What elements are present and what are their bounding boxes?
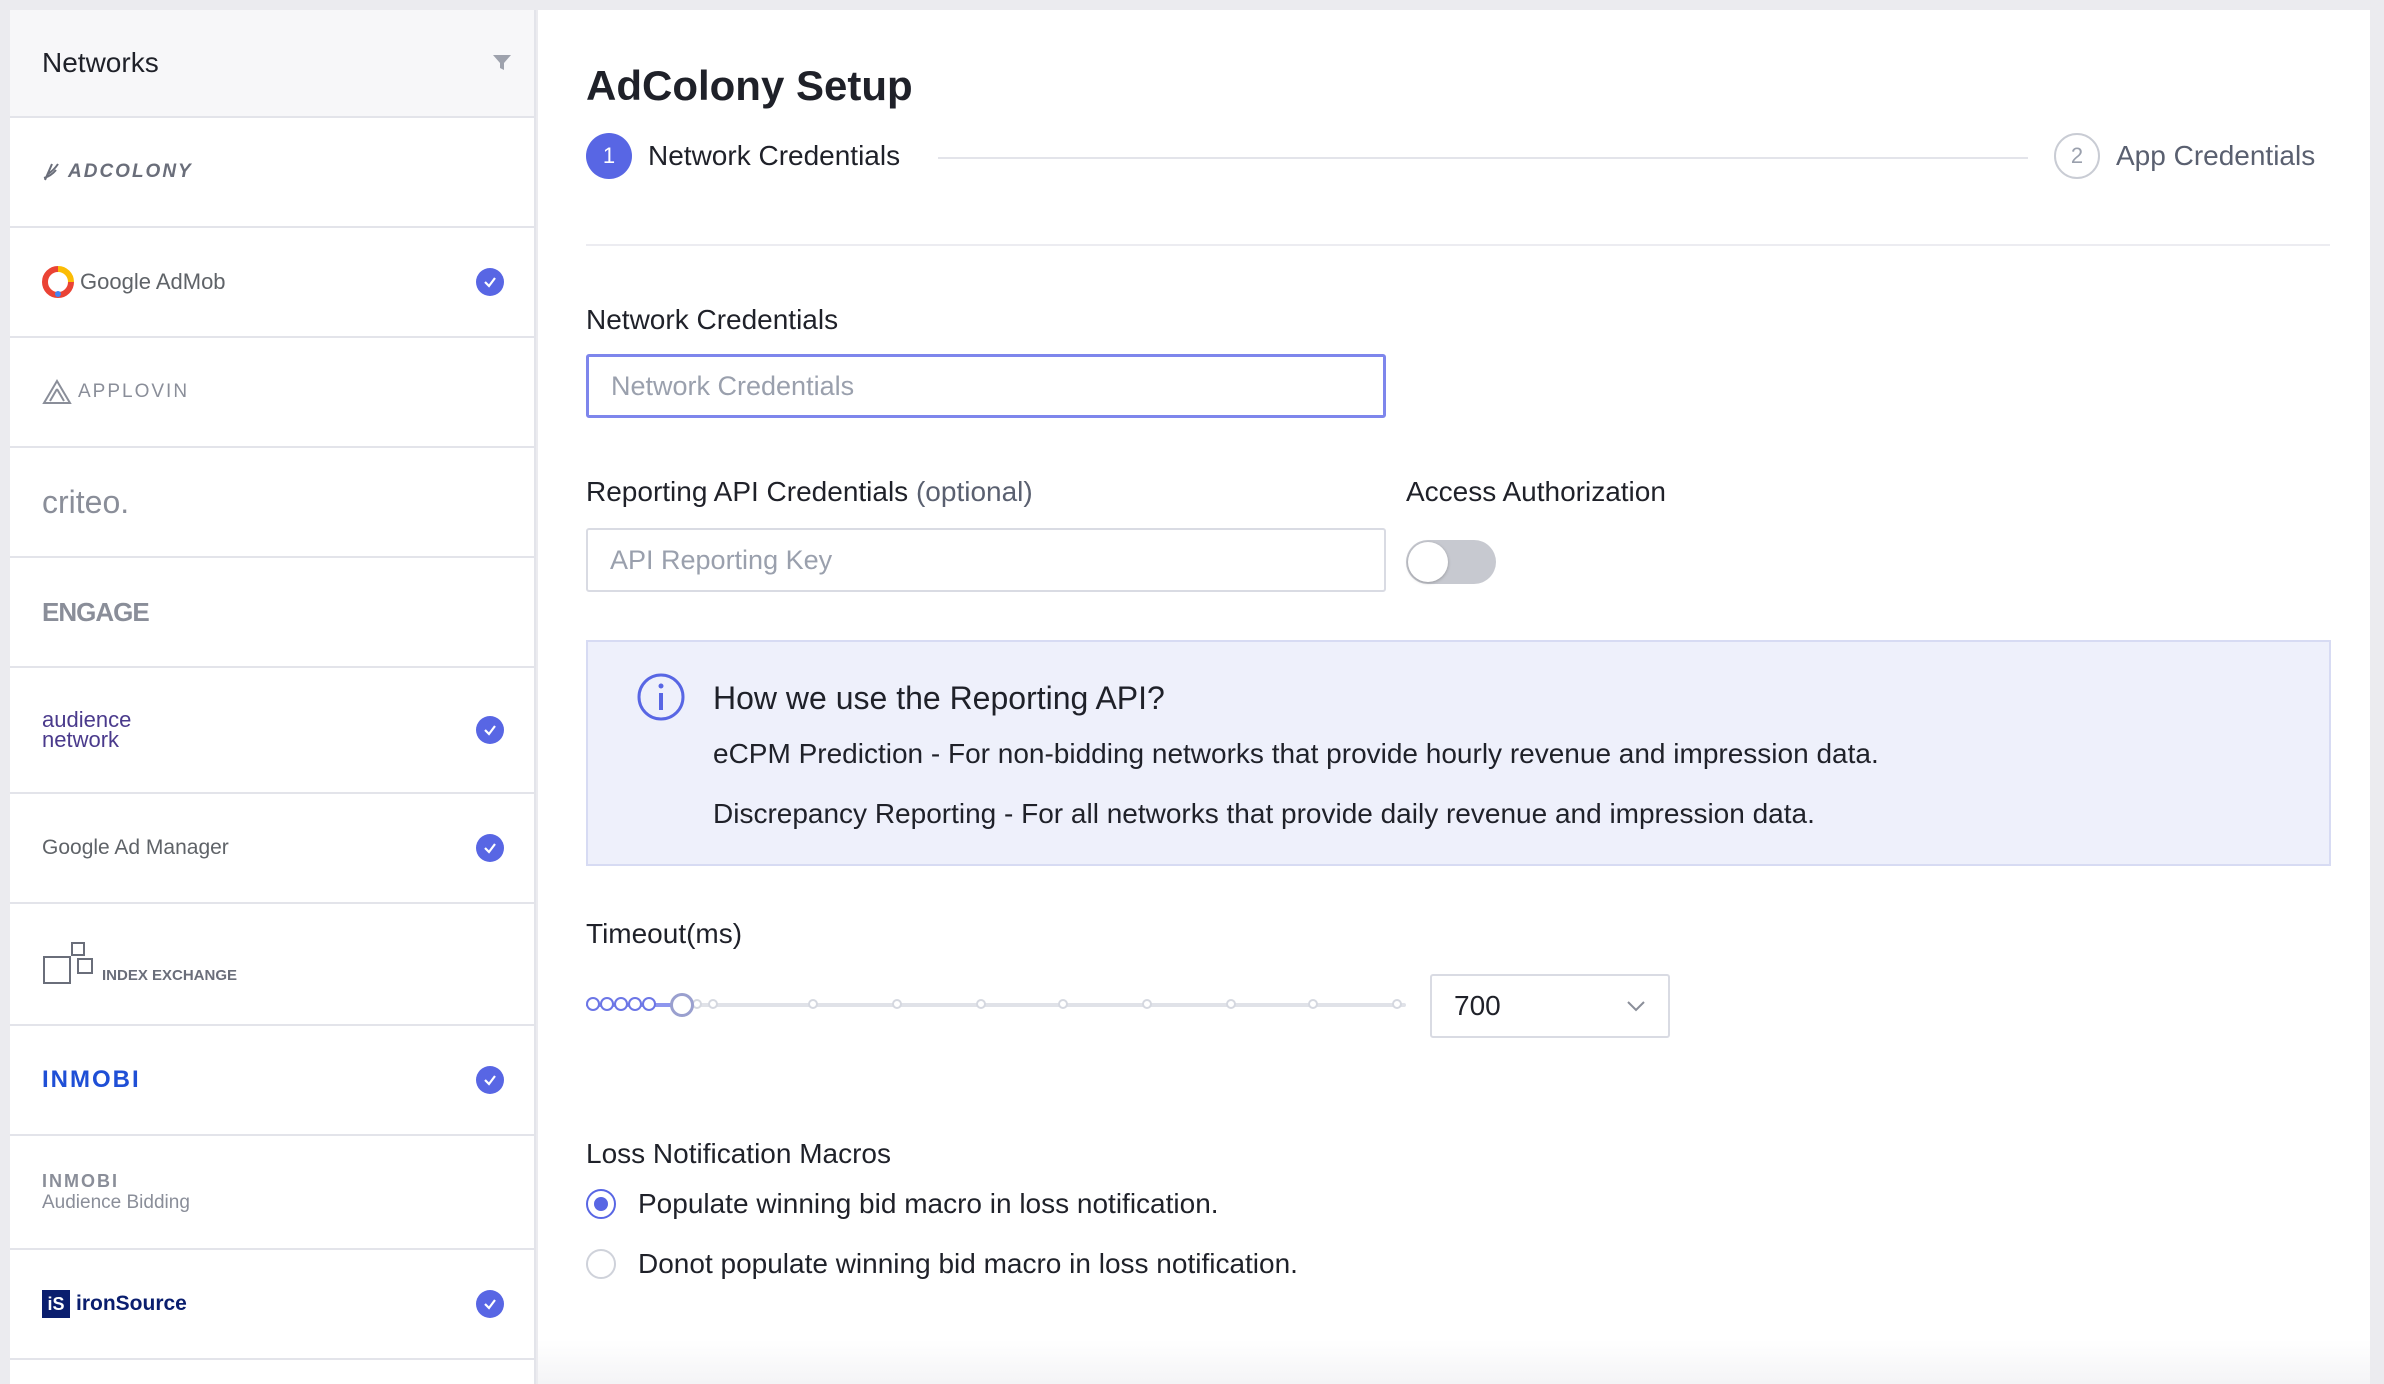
slider-step xyxy=(600,997,614,1011)
ironsource-logo: iS ironSource xyxy=(42,1290,187,1318)
network-logo-text: INMOBI xyxy=(42,1066,141,1093)
selected-check-icon xyxy=(476,834,504,862)
radio-button[interactable] xyxy=(586,1249,616,1279)
filter-icon[interactable] xyxy=(488,49,516,77)
timeout-label: Timeout(ms) xyxy=(586,918,743,949)
network-logo-subtext: Audience Bidding xyxy=(42,1191,190,1213)
inmobi-audience-bidding-logo: INMOBI Audience Bidding xyxy=(42,1171,190,1214)
step-connector xyxy=(938,157,2028,159)
network-item-applovin[interactable]: APPLOVIN xyxy=(10,338,534,448)
info-line-discrepancy: Discrepancy Reporting - For all networks… xyxy=(713,798,1815,829)
api-reporting-key-placeholder: API Reporting Key xyxy=(610,544,833,575)
applovin-logo: APPLOVIN xyxy=(42,379,189,405)
loss-notification-label: Loss Notification Macros xyxy=(586,1138,892,1169)
network-item-google-admob[interactable]: Google AdMob xyxy=(10,228,534,338)
radio-donot-populate-winning-bid[interactable]: Donot populate winning bid macro in loss… xyxy=(586,1248,1298,1280)
step-label: Network Credentials xyxy=(648,140,901,171)
network-item-ironsource[interactable]: iS ironSource xyxy=(10,1250,534,1360)
page-title: AdColony Setup xyxy=(586,62,913,109)
selected-check-icon xyxy=(476,1290,504,1318)
radio-populate-winning-bid[interactable]: Populate winning bid macro in loss notif… xyxy=(586,1188,1219,1220)
network-item-engage[interactable]: ENGAGE xyxy=(10,558,534,668)
radio-label: Donot populate winning bid macro in loss… xyxy=(638,1248,1298,1279)
setup-panel: AdColony Setup 1 Network Credentials 2 A… xyxy=(538,10,2370,1384)
radio-button-selected[interactable] xyxy=(586,1189,616,1219)
network-item-criteo[interactable]: criteo. xyxy=(10,448,534,558)
criteo-logo: criteo. xyxy=(42,484,129,521)
info-title: How we use the Reporting API? xyxy=(713,680,1165,716)
divider xyxy=(586,244,2330,246)
slider-step xyxy=(628,997,642,1011)
networks-sidebar: Networks ADCOLONY Google AdMob APPLOVIN … xyxy=(10,10,536,1384)
google-admob-logo: Google AdMob xyxy=(42,266,226,298)
chevron-down-icon xyxy=(1627,1001,1645,1012)
slider-step xyxy=(1226,999,1236,1009)
timeout-value: 700 xyxy=(1454,990,1501,1021)
optional-tag: (optional) xyxy=(915,476,1033,507)
slider-step xyxy=(708,999,718,1009)
info-icon xyxy=(637,673,685,721)
api-reporting-key-input[interactable]: API Reporting Key xyxy=(586,528,1386,592)
step-network-credentials[interactable]: 1 Network Credentials xyxy=(586,133,900,179)
network-logo-text: INMOBI xyxy=(42,1170,119,1191)
slider-handle[interactable] xyxy=(670,993,694,1017)
selected-check-icon xyxy=(476,716,504,744)
reporting-api-label-text: Reporting API Credentials xyxy=(586,476,909,507)
network-item-audience-network[interactable]: audience network xyxy=(10,668,534,794)
reporting-api-label: Reporting API Credentials (optional) xyxy=(586,476,1033,508)
step-label: App Credentials xyxy=(2116,140,2316,171)
step-number: 2 xyxy=(2054,133,2100,179)
sidebar-header: Networks xyxy=(10,10,534,118)
inmobi-logo: INMOBI xyxy=(42,1066,141,1094)
network-credentials-label: Network Credentials xyxy=(586,304,839,335)
timeout-select[interactable]: 700 xyxy=(1430,974,1670,1038)
index-exchange-logo: INDEX EXCHANGE xyxy=(42,941,237,987)
network-item-google-ad-manager[interactable]: Google Ad Manager xyxy=(10,794,534,904)
sidebar-title: Networks xyxy=(42,47,159,78)
admob-icon xyxy=(42,266,74,298)
bottom-fade xyxy=(538,1340,2370,1384)
timeout-slider[interactable] xyxy=(586,990,1406,1020)
access-authorization-label: Access Authorization xyxy=(1406,476,1666,507)
network-credentials-input[interactable]: Network Credentials xyxy=(586,354,1386,418)
toggle-knob xyxy=(1408,542,1448,582)
network-logo-text: Google AdMob xyxy=(80,269,226,294)
slider-step xyxy=(1392,999,1402,1009)
slider-step xyxy=(614,997,628,1011)
reporting-api-info-box: How we use the Reporting API? eCPM Predi… xyxy=(586,640,2331,866)
slider-step xyxy=(586,997,600,1011)
network-logo-text: Google Ad Manager xyxy=(42,836,229,859)
adcolony-logo: ADCOLONY xyxy=(42,160,193,184)
slider-step xyxy=(642,997,656,1011)
network-logo-text: criteo. xyxy=(42,483,130,520)
radio-label: Populate winning bid macro in loss notif… xyxy=(638,1188,1219,1219)
info-line-ecpm: eCPM Prediction - For non-bidding networ… xyxy=(713,738,1879,769)
network-item-adcolony[interactable]: ADCOLONY xyxy=(10,118,534,228)
slider-step xyxy=(976,999,986,1009)
selected-check-icon xyxy=(476,268,504,296)
network-credentials-placeholder: Network Credentials xyxy=(611,370,855,401)
network-logo-text: ironSource xyxy=(76,1292,187,1315)
slider-step xyxy=(892,999,902,1009)
access-authorization-toggle[interactable] xyxy=(1406,540,1496,584)
audience-network-logo: audience network xyxy=(42,707,142,752)
slider-step xyxy=(1058,999,1068,1009)
network-logo-text: APPLOVIN xyxy=(78,381,190,402)
selected-check-icon xyxy=(476,1066,504,1094)
network-logo-text: ENGAGE xyxy=(42,596,150,627)
engage-logo: ENGAGE xyxy=(42,596,150,628)
network-logo-text: ADCOLONY xyxy=(68,161,193,182)
google-ad-manager-logo: Google Ad Manager xyxy=(42,836,229,860)
step-number: 1 xyxy=(586,133,632,179)
slider-step xyxy=(1308,999,1318,1009)
slider-step xyxy=(808,999,818,1009)
network-logo-text: audience network xyxy=(42,707,132,752)
ironsource-icon: iS xyxy=(42,1290,70,1318)
slider-step xyxy=(1142,999,1152,1009)
network-item-inmobi-audience-bidding[interactable]: INMOBI Audience Bidding xyxy=(10,1136,534,1250)
network-logo-text: INDEX EXCHANGE xyxy=(102,966,238,984)
network-item-index-exchange[interactable]: INDEX EXCHANGE xyxy=(10,904,534,1026)
network-item-inmobi[interactable]: INMOBI xyxy=(10,1026,534,1136)
step-app-credentials[interactable]: 2 App Credentials xyxy=(2054,133,2315,179)
